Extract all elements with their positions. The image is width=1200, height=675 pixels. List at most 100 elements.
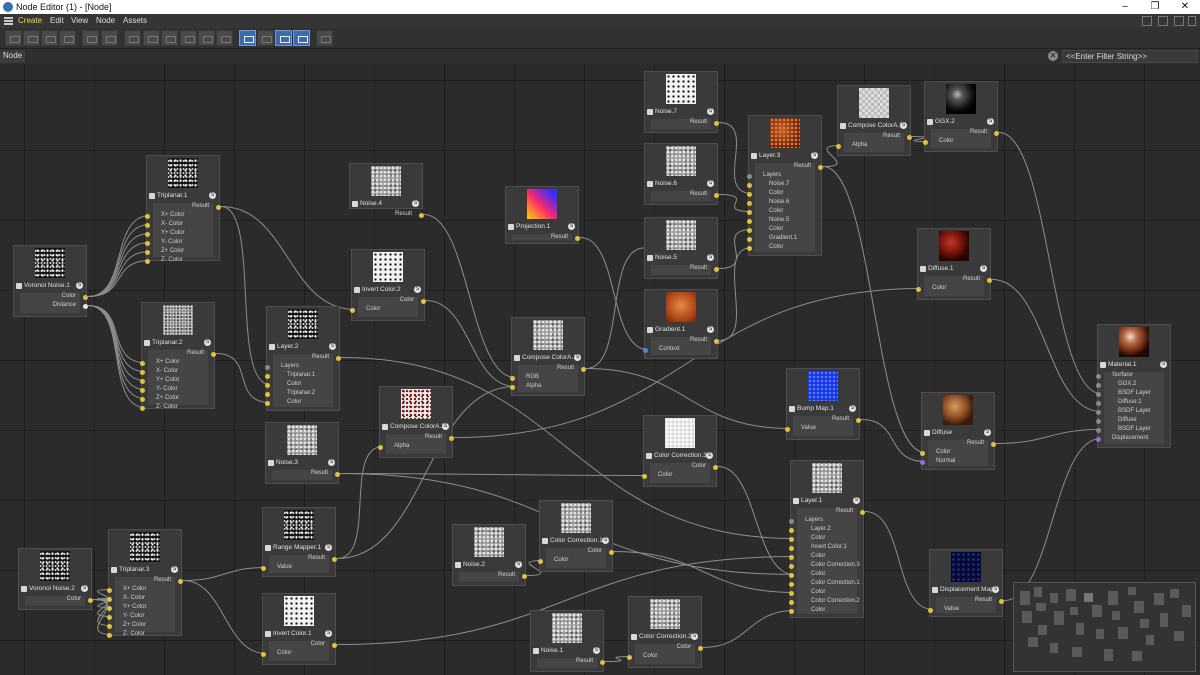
- menu-create[interactable]: Create: [18, 16, 42, 25]
- port-dot[interactable]: [265, 365, 270, 370]
- port-dot[interactable]: [789, 537, 794, 542]
- node-noise1[interactable]: Noise.1 S Result: [530, 610, 605, 672]
- port-dot[interactable]: [575, 236, 580, 241]
- node-composeA2[interactable]: Compose ColorA.2 S Result Alpha: [378, 386, 454, 458]
- input-port[interactable]: Noise.6: [747, 199, 789, 208]
- hamburger-menu-icon[interactable]: [4, 17, 13, 25]
- port-dot[interactable]: [789, 555, 794, 560]
- enable-checkbox[interactable]: [631, 634, 637, 640]
- wire[interactable]: [220, 206, 271, 385]
- enable-checkbox[interactable]: [647, 109, 653, 115]
- input-port[interactable]: Y+ Color: [107, 604, 147, 613]
- solo-icon[interactable]: S: [574, 354, 581, 361]
- layout-icon[interactable]: [1174, 16, 1184, 26]
- node-composeA1[interactable]: Compose ColorA.1 S Result RGB Alpha: [510, 317, 586, 396]
- port-dot[interactable]: [265, 401, 270, 406]
- filter-input[interactable]: <<Enter Filter String>>: [1062, 50, 1198, 63]
- input-port[interactable]: Normal: [920, 458, 955, 467]
- solo-icon[interactable]: S: [593, 647, 600, 654]
- input-port[interactable]: Color: [916, 285, 946, 294]
- input-port[interactable]: Layer.2: [789, 526, 831, 535]
- output-port[interactable]: Result: [967, 440, 996, 449]
- wire[interactable]: [87, 233, 151, 297]
- port-dot[interactable]: [145, 232, 150, 237]
- output-port[interactable]: Color: [677, 644, 703, 653]
- port-dot[interactable]: [856, 418, 861, 423]
- output-port[interactable]: Result: [557, 365, 586, 374]
- wire[interactable]: [87, 242, 151, 297]
- solo-icon[interactable]: S: [707, 180, 714, 187]
- output-port[interactable]: Result: [395, 211, 424, 220]
- output-port[interactable]: Result: [308, 555, 337, 564]
- output-port[interactable]: Result: [425, 434, 454, 443]
- input-port[interactable]: Y- Color: [140, 386, 177, 395]
- port-dot[interactable]: [336, 356, 341, 361]
- input-port[interactable]: Color: [261, 650, 291, 659]
- port-dot[interactable]: [107, 606, 112, 611]
- port-dot[interactable]: [747, 192, 752, 197]
- output-port[interactable]: Color: [311, 641, 337, 650]
- wire[interactable]: [87, 305, 146, 390]
- port-dot[interactable]: [860, 510, 865, 515]
- node-colorcorr1[interactable]: Color Correction.1 S Color Color: [538, 500, 614, 572]
- port-dot[interactable]: [789, 582, 794, 587]
- port-dot[interactable]: [928, 608, 933, 613]
- output-port[interactable]: Result: [690, 191, 719, 200]
- port-dot[interactable]: [140, 379, 145, 384]
- input-port[interactable]: Layers: [265, 363, 299, 372]
- solo-icon[interactable]: S: [442, 423, 449, 430]
- port-dot[interactable]: [178, 579, 183, 584]
- input-port[interactable]: Color: [789, 553, 825, 562]
- wire[interactable]: [613, 551, 795, 593]
- enable-checkbox[interactable]: [16, 283, 22, 289]
- input-port[interactable]: Color: [265, 381, 301, 390]
- port-dot[interactable]: [145, 241, 150, 246]
- tool-icon[interactable]: [23, 30, 40, 46]
- node-projection1[interactable]: Projection.1 S Result: [505, 186, 580, 244]
- input-port[interactable]: Surface: [1096, 372, 1133, 381]
- port-dot[interactable]: [350, 308, 355, 313]
- wire[interactable]: [87, 251, 151, 297]
- port-dot[interactable]: [836, 144, 841, 149]
- solo-icon[interactable]: S: [209, 192, 216, 199]
- input-port[interactable]: Color Correction.3: [789, 562, 860, 571]
- tool-toggle-icon[interactable]: [239, 30, 256, 46]
- solo-icon[interactable]: S: [707, 254, 714, 261]
- enable-checkbox[interactable]: [21, 586, 27, 592]
- solo-icon[interactable]: S: [984, 429, 991, 436]
- node-material1[interactable]: Material.1 S Surface GGX.2 BSDF Layer Diffuse…: [1096, 324, 1171, 448]
- port-dot[interactable]: [216, 205, 221, 210]
- port-dot[interactable]: [140, 388, 145, 393]
- node-noise2[interactable]: Noise.2 S Result: [452, 524, 527, 586]
- node-diffuse[interactable]: Diffuse S Result Color Normal: [920, 392, 996, 470]
- input-port[interactable]: Noise.5: [747, 217, 789, 226]
- port-dot[interactable]: [747, 210, 752, 215]
- port-dot[interactable]: [140, 406, 145, 411]
- input-port[interactable]: Z- Color: [107, 631, 145, 640]
- port-dot[interactable]: [581, 367, 586, 372]
- wire[interactable]: [864, 511, 934, 610]
- solo-icon[interactable]: S: [602, 537, 609, 544]
- port-dot[interactable]: [107, 597, 112, 602]
- enable-checkbox[interactable]: [927, 119, 933, 125]
- port-dot[interactable]: [747, 183, 752, 188]
- tool-toggle-icon[interactable]: [293, 30, 310, 46]
- enable-checkbox[interactable]: [354, 287, 360, 293]
- input-port[interactable]: Color: [265, 399, 301, 408]
- input-port[interactable]: Z+ Color: [140, 395, 179, 404]
- output-port[interactable]: Result: [154, 577, 183, 586]
- wire[interactable]: [579, 237, 649, 350]
- node-displace1[interactable]: Displacement Map.1 S Result Value: [928, 549, 1004, 617]
- port-dot[interactable]: [747, 237, 752, 242]
- output-port[interactable]: Result: [498, 572, 527, 581]
- wire[interactable]: [182, 580, 267, 654]
- enable-checkbox[interactable]: [646, 453, 652, 459]
- wire[interactable]: [585, 247, 645, 369]
- enable-checkbox[interactable]: [268, 460, 274, 466]
- input-port[interactable]: BSDF Layer: [1096, 408, 1151, 417]
- port-dot[interactable]: [88, 598, 93, 603]
- enable-checkbox[interactable]: [647, 255, 653, 261]
- node-canvas[interactable]: Voronoi Noise.1 S Color Distance Triplanar.1…: [0, 64, 1200, 675]
- port-dot[interactable]: [145, 250, 150, 255]
- solo-icon[interactable]: S: [515, 561, 522, 568]
